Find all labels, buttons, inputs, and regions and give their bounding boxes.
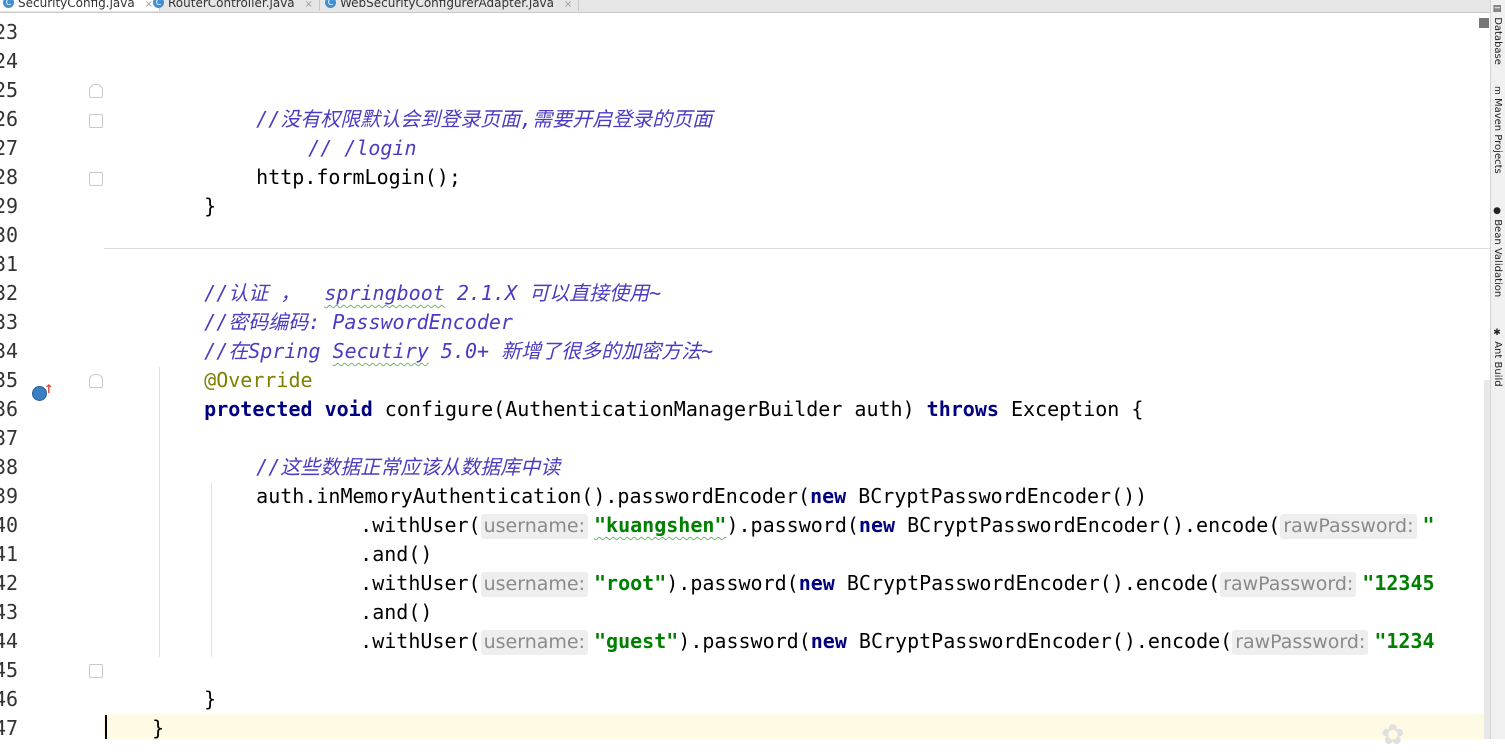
- line-number: 38: [0, 455, 19, 479]
- close-icon[interactable]: ×: [564, 0, 572, 10]
- java-class-icon: C: [3, 0, 14, 8]
- line-number: 25: [0, 78, 19, 102]
- parameter-hint: username:: [480, 630, 588, 655]
- line-number: 36: [0, 397, 19, 421]
- line-number: 23: [0, 20, 19, 44]
- fold-marker-icon[interactable]: [89, 664, 103, 678]
- code-line-37: //这些数据正常应该从数据库中读: [256, 455, 561, 479]
- line-number-gutter[interactable]: 23 24 25 26 27 28 29 30 31 32 33 34 35 3…: [0, 13, 104, 740]
- fold-marker-icon[interactable]: [89, 172, 103, 186]
- line-number: 45: [0, 658, 19, 682]
- maven-icon: m: [1492, 86, 1502, 95]
- inspection-status-icon[interactable]: [1479, 18, 1489, 28]
- line-number: 28: [0, 165, 19, 189]
- line-number: 41: [0, 542, 19, 566]
- tab-label: RouterController.java: [168, 0, 295, 10]
- bean-icon: ●: [1492, 206, 1502, 216]
- code-line-42: .and(): [360, 600, 433, 624]
- tab-router-controller[interactable]: C RouterController.java ×: [150, 0, 320, 11]
- code-line-38: auth.inMemoryAuthentication().passwordEn…: [256, 484, 1148, 508]
- line-number: 29: [0, 194, 19, 218]
- parameter-hint: username:: [480, 572, 588, 597]
- code-line-46: }: [152, 716, 165, 739]
- parameter-hint: username:: [480, 514, 588, 539]
- tab-security-config[interactable]: C SecurityConfig.java ×: [0, 0, 160, 11]
- tab-label: WebSecurityConfigurerAdapter.java: [340, 0, 554, 10]
- code-line-35: protected void configure(AuthenticationM…: [204, 397, 1144, 421]
- line-number: 46: [0, 687, 19, 711]
- line-number: 35: [0, 368, 19, 392]
- line-number: 27: [0, 136, 19, 160]
- code-line-41: .withUser(username: "root").password(new …: [360, 571, 1435, 597]
- code-line-40: .and(): [360, 542, 433, 566]
- fold-marker-icon[interactable]: [89, 114, 103, 128]
- line-number: 30: [0, 223, 19, 247]
- ant-icon: ✱: [1492, 328, 1502, 338]
- line-number: 31: [0, 252, 19, 276]
- code-line-45: }: [204, 687, 217, 711]
- line-number: 33: [0, 310, 19, 334]
- method-separator: [104, 248, 1490, 249]
- code-line-28: }: [204, 194, 217, 218]
- code-line-34: @Override: [204, 368, 313, 392]
- line-number: 40: [0, 513, 19, 537]
- code-line-26: // /login: [308, 136, 417, 160]
- side-tab-bean-validation[interactable]: ● Bean Validation: [1492, 206, 1503, 297]
- side-tab-database[interactable]: ▤ Database: [1492, 4, 1503, 65]
- line-number: 37: [0, 426, 19, 450]
- go-to-super-method-icon[interactable]: ↑: [44, 380, 54, 396]
- line-number: 32: [0, 281, 19, 305]
- typo-underline: Secutiry: [332, 339, 429, 363]
- code-line-25: //没有权限默认会到登录页面,需要开启登录的页面: [256, 107, 713, 131]
- close-icon[interactable]: ×: [304, 0, 312, 10]
- side-tab-ant-build[interactable]: ✱ Ant Build: [1492, 328, 1503, 387]
- database-icon: ▤: [1492, 4, 1502, 14]
- editor-tab-bar: C SecurityConfig.java × C RouterControll…: [0, 0, 1490, 13]
- line-number: 39: [0, 484, 19, 508]
- line-number: 44: [0, 629, 19, 653]
- line-number: 24: [0, 49, 19, 73]
- parameter-hint: rawPassword:: [1280, 514, 1417, 539]
- code-line-33: //在Spring Secutiry 5.0+ 新增了很多的加密方法~: [204, 339, 714, 363]
- parameter-hint: rawPassword:: [1232, 630, 1369, 655]
- java-class-icon: C: [153, 0, 164, 8]
- line-number: 43: [0, 600, 19, 624]
- fold-marker-icon[interactable]: [89, 374, 103, 388]
- code-line-39: .withUser(username: "kuangshen").password…: [360, 513, 1435, 539]
- code-line-31: //认证 ， springboot 2.1.X 可以直接使用~: [204, 281, 662, 305]
- right-tool-strip: ▤ Database m Maven Projects ● Bean Valid…: [1490, 0, 1505, 739]
- current-line-highlight: [104, 714, 1490, 739]
- code-line-43: .withUser(username: "guest").password(new…: [360, 629, 1435, 655]
- tab-label: SecurityConfig.java: [18, 0, 135, 10]
- fold-marker-icon[interactable]: [89, 84, 103, 98]
- code-editor[interactable]: //没有权限默认会到登录页面,需要开启登录的页面 // /login http.…: [104, 13, 1490, 739]
- parameter-hint: rawPassword:: [1220, 572, 1357, 597]
- line-number: 34: [0, 339, 19, 363]
- side-tab-maven[interactable]: m Maven Projects: [1492, 86, 1503, 174]
- code-line-32: //密码编码: PasswordEncoder: [204, 310, 513, 334]
- watermark-logo-icon: ✿: [1382, 712, 1404, 753]
- line-number: 42: [0, 571, 19, 595]
- line-number: 26: [0, 107, 19, 131]
- tab-websecurity-adapter[interactable]: C WebSecurityConfigurerAdapter.java ×: [322, 0, 580, 11]
- java-class-icon: C: [325, 0, 336, 8]
- code-line-27: http.formLogin();: [256, 165, 461, 189]
